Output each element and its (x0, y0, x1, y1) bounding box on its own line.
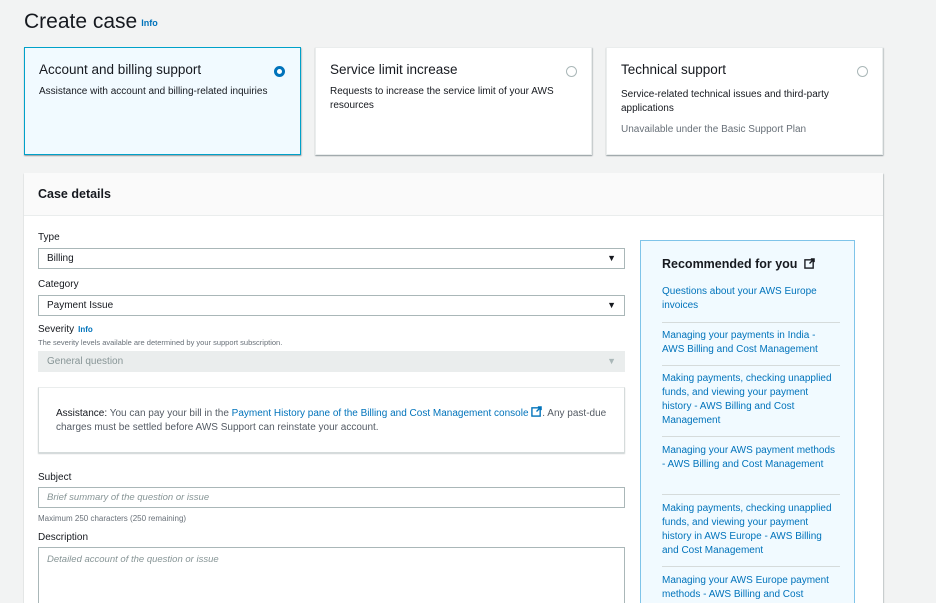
title-info-link[interactable]: Info (141, 18, 158, 28)
support-type-account-billing[interactable]: Account and billing support Assistance w… (24, 47, 301, 155)
divider (662, 566, 840, 567)
divider (662, 322, 840, 323)
card-unavailable-note: Unavailable under the Basic Support Plan (621, 124, 807, 135)
severity-hint: The severity levels available are determ… (38, 338, 283, 347)
chevron-down-icon: ▼ (607, 253, 616, 263)
payment-history-link[interactable]: Payment History pane of the Billing and … (232, 408, 529, 419)
divider (662, 494, 840, 495)
recommended-title: Recommended for you (662, 257, 815, 271)
type-label: Type (38, 232, 60, 243)
recommended-link[interactable]: Questions about your AWS Europe invoices (662, 285, 840, 313)
support-type-service-limit[interactable]: Service limit increase Requests to incre… (315, 47, 592, 155)
category-label: Category (38, 279, 79, 290)
radio-technical[interactable] (857, 66, 868, 77)
chevron-down-icon: ▼ (607, 356, 616, 366)
card-description: Service-related technical issues and thi… (621, 89, 829, 114)
divider (662, 365, 840, 366)
subject-label: Subject (38, 472, 72, 483)
recommended-link[interactable]: Making payments, checking unapplied fund… (662, 372, 840, 428)
assistance-text: Assistance: You can pay your bill in the… (56, 406, 607, 433)
severity-select: General question ▼ (38, 351, 625, 372)
external-link-icon[interactable] (531, 406, 543, 417)
case-details-heading: Case details (38, 187, 111, 201)
severity-label: Severity Info (38, 324, 93, 335)
description-textarea[interactable]: Detailed account of the question or issu… (38, 547, 625, 603)
recommended-link[interactable]: Managing your payments in India - AWS Bi… (662, 329, 840, 357)
severity-info-link[interactable]: Info (78, 325, 93, 334)
card-title: Service limit increase (330, 62, 458, 77)
subject-input[interactable]: Brief summary of the question or issue (38, 487, 625, 508)
external-link-icon (804, 258, 815, 269)
divider (662, 436, 840, 437)
radio-service-limit[interactable] (566, 66, 577, 77)
category-select[interactable]: Payment Issue ▼ (38, 295, 625, 316)
type-select[interactable]: Billing ▼ (38, 248, 625, 269)
page-title: Create case Info (24, 10, 158, 33)
recommended-link[interactable]: Managing your AWS payment methods - AWS … (662, 444, 840, 472)
recommended-link[interactable]: Managing your AWS Europe payment methods… (662, 574, 840, 602)
chevron-down-icon: ▼ (607, 300, 616, 310)
support-type-technical[interactable]: Technical support Service-related techni… (606, 47, 883, 155)
card-title: Technical support (621, 62, 727, 77)
radio-account-billing[interactable] (274, 66, 285, 77)
subject-hint: Maximum 250 characters (250 remaining) (38, 514, 187, 523)
recommended-panel: Recommended for you Questions about your… (640, 240, 855, 603)
case-details-header: Case details (24, 173, 883, 216)
assistance-alert: Assistance: You can pay your bill in the… (38, 387, 625, 453)
recommended-link[interactable]: Making payments, checking unapplied fund… (662, 502, 840, 558)
card-description: Requests to increase the service limit o… (330, 86, 554, 111)
description-label: Description (38, 532, 89, 543)
card-description: Assistance with account and billing-rela… (39, 86, 268, 97)
card-title: Account and billing support (39, 62, 202, 77)
